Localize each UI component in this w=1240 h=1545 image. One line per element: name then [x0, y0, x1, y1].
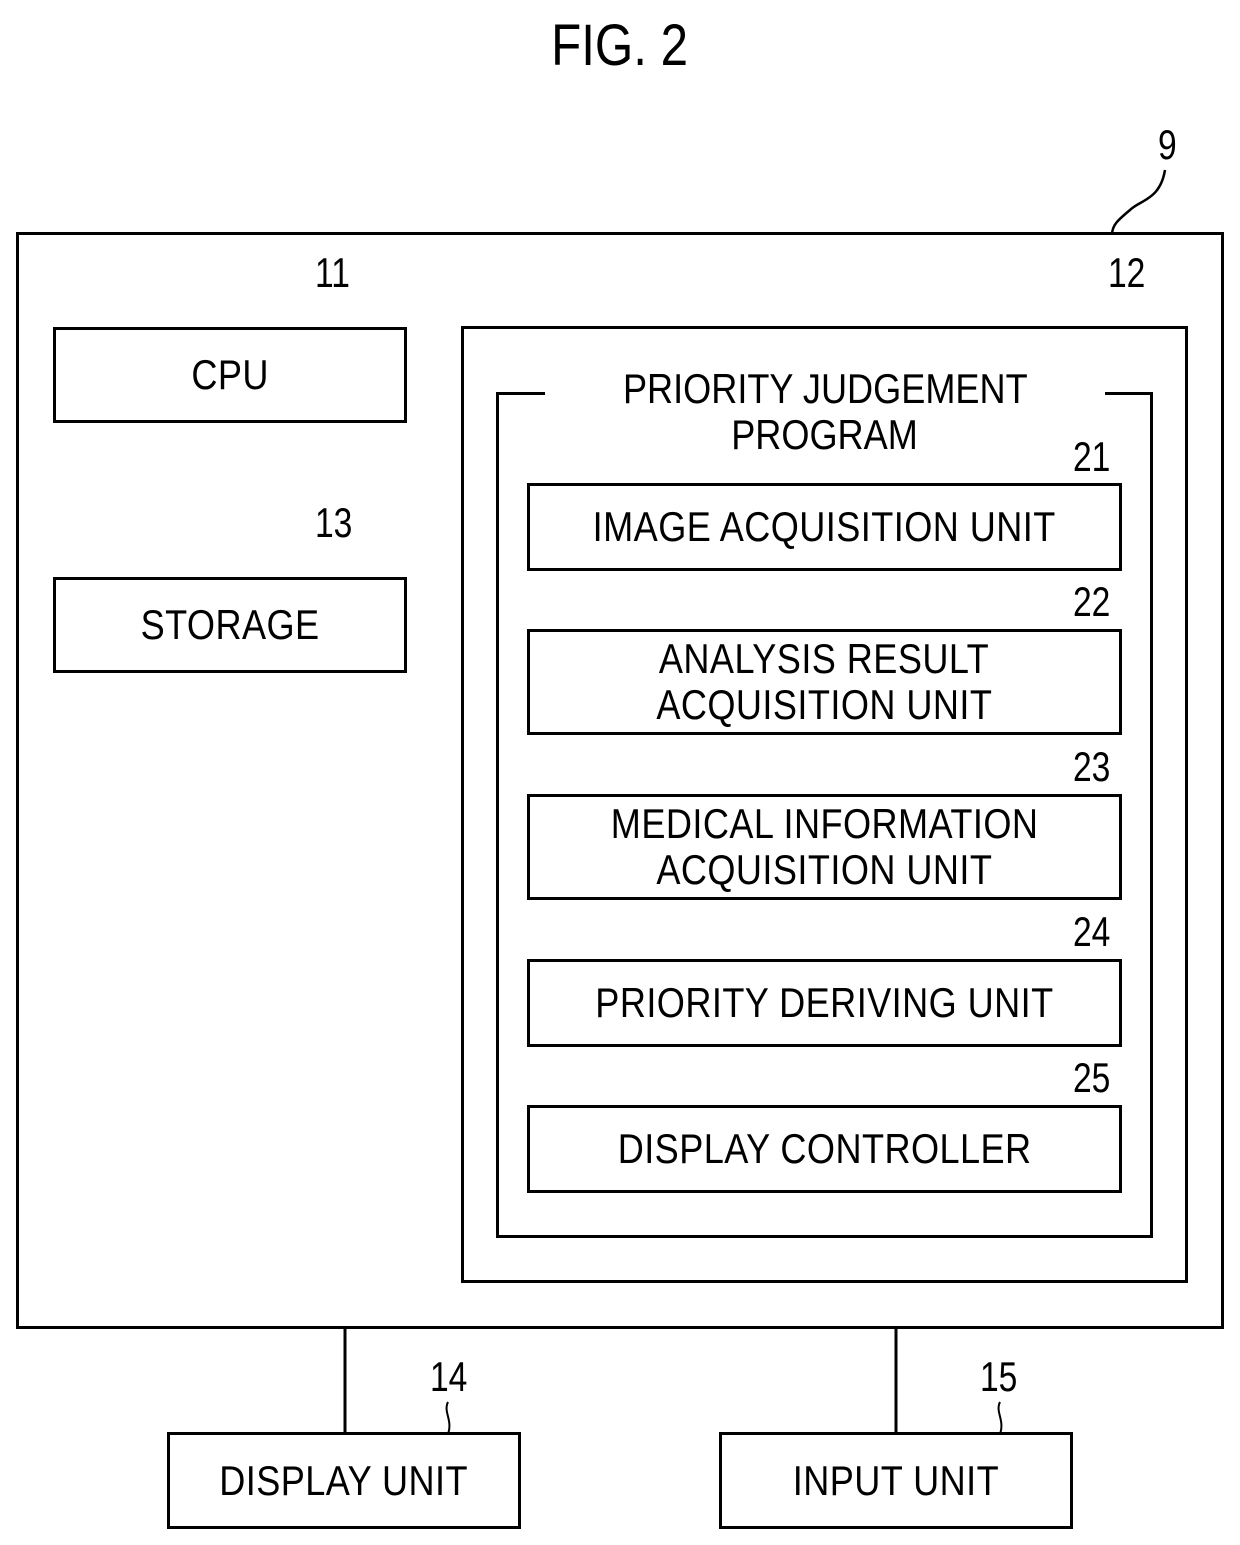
ref-23: 23 — [1073, 743, 1111, 790]
cpu-block: CPU — [53, 327, 407, 423]
unit-image-acquisition: IMAGE ACQUISITION UNIT — [527, 483, 1122, 571]
program-label: PRIORITY JUDGEMENT PROGRAM — [545, 366, 1105, 458]
storage-block: STORAGE — [53, 577, 407, 673]
unit-label-line1: ANALYSIS RESULT — [659, 635, 990, 682]
ref-21: 21 — [1073, 433, 1111, 480]
ref-12: 12 — [1108, 249, 1146, 296]
unit-label: IMAGE ACQUISITION UNIT — [592, 503, 1057, 550]
cpu-label: CPU — [191, 351, 269, 398]
ref-15: 15 — [980, 1353, 1018, 1400]
display-unit-block: DISPLAY UNIT — [167, 1432, 521, 1529]
unit-medical-information-acquisition: MEDICAL INFORMATION ACQUISITION UNIT — [527, 794, 1122, 900]
input-unit-block: INPUT UNIT — [719, 1432, 1073, 1529]
unit-label: DISPLAY CONTROLLER — [617, 1125, 1032, 1172]
unit-label-line1: MEDICAL INFORMATION — [610, 800, 1039, 847]
ref-11: 11 — [315, 249, 350, 296]
ref-25: 25 — [1073, 1054, 1111, 1101]
ref-14: 14 — [430, 1353, 468, 1400]
ref-13: 13 — [315, 499, 353, 546]
display-unit-label: DISPLAY UNIT — [219, 1456, 469, 1504]
leader-15 — [997, 1401, 1003, 1435]
unit-label-line2: ACQUISITION UNIT — [656, 846, 993, 893]
leader-14 — [445, 1401, 451, 1435]
ref-22: 22 — [1073, 578, 1111, 625]
unit-priority-deriving: PRIORITY DERIVING UNIT — [527, 959, 1122, 1047]
ref-24: 24 — [1073, 908, 1111, 955]
unit-display-controller: DISPLAY CONTROLLER — [527, 1105, 1122, 1193]
unit-label-line2: ACQUISITION UNIT — [656, 681, 993, 728]
unit-label: PRIORITY DERIVING UNIT — [595, 979, 1054, 1026]
unit-analysis-result-acquisition: ANALYSIS RESULT ACQUISITION UNIT — [527, 629, 1122, 735]
ref-9: 9 — [1158, 121, 1177, 168]
input-unit-label: INPUT UNIT — [792, 1456, 1000, 1504]
storage-label: STORAGE — [140, 601, 320, 648]
leader-9 — [1110, 169, 1167, 236]
program-label-line2: PROGRAM — [731, 411, 919, 458]
program-label-line1: PRIORITY JUDGEMENT — [622, 365, 1028, 412]
